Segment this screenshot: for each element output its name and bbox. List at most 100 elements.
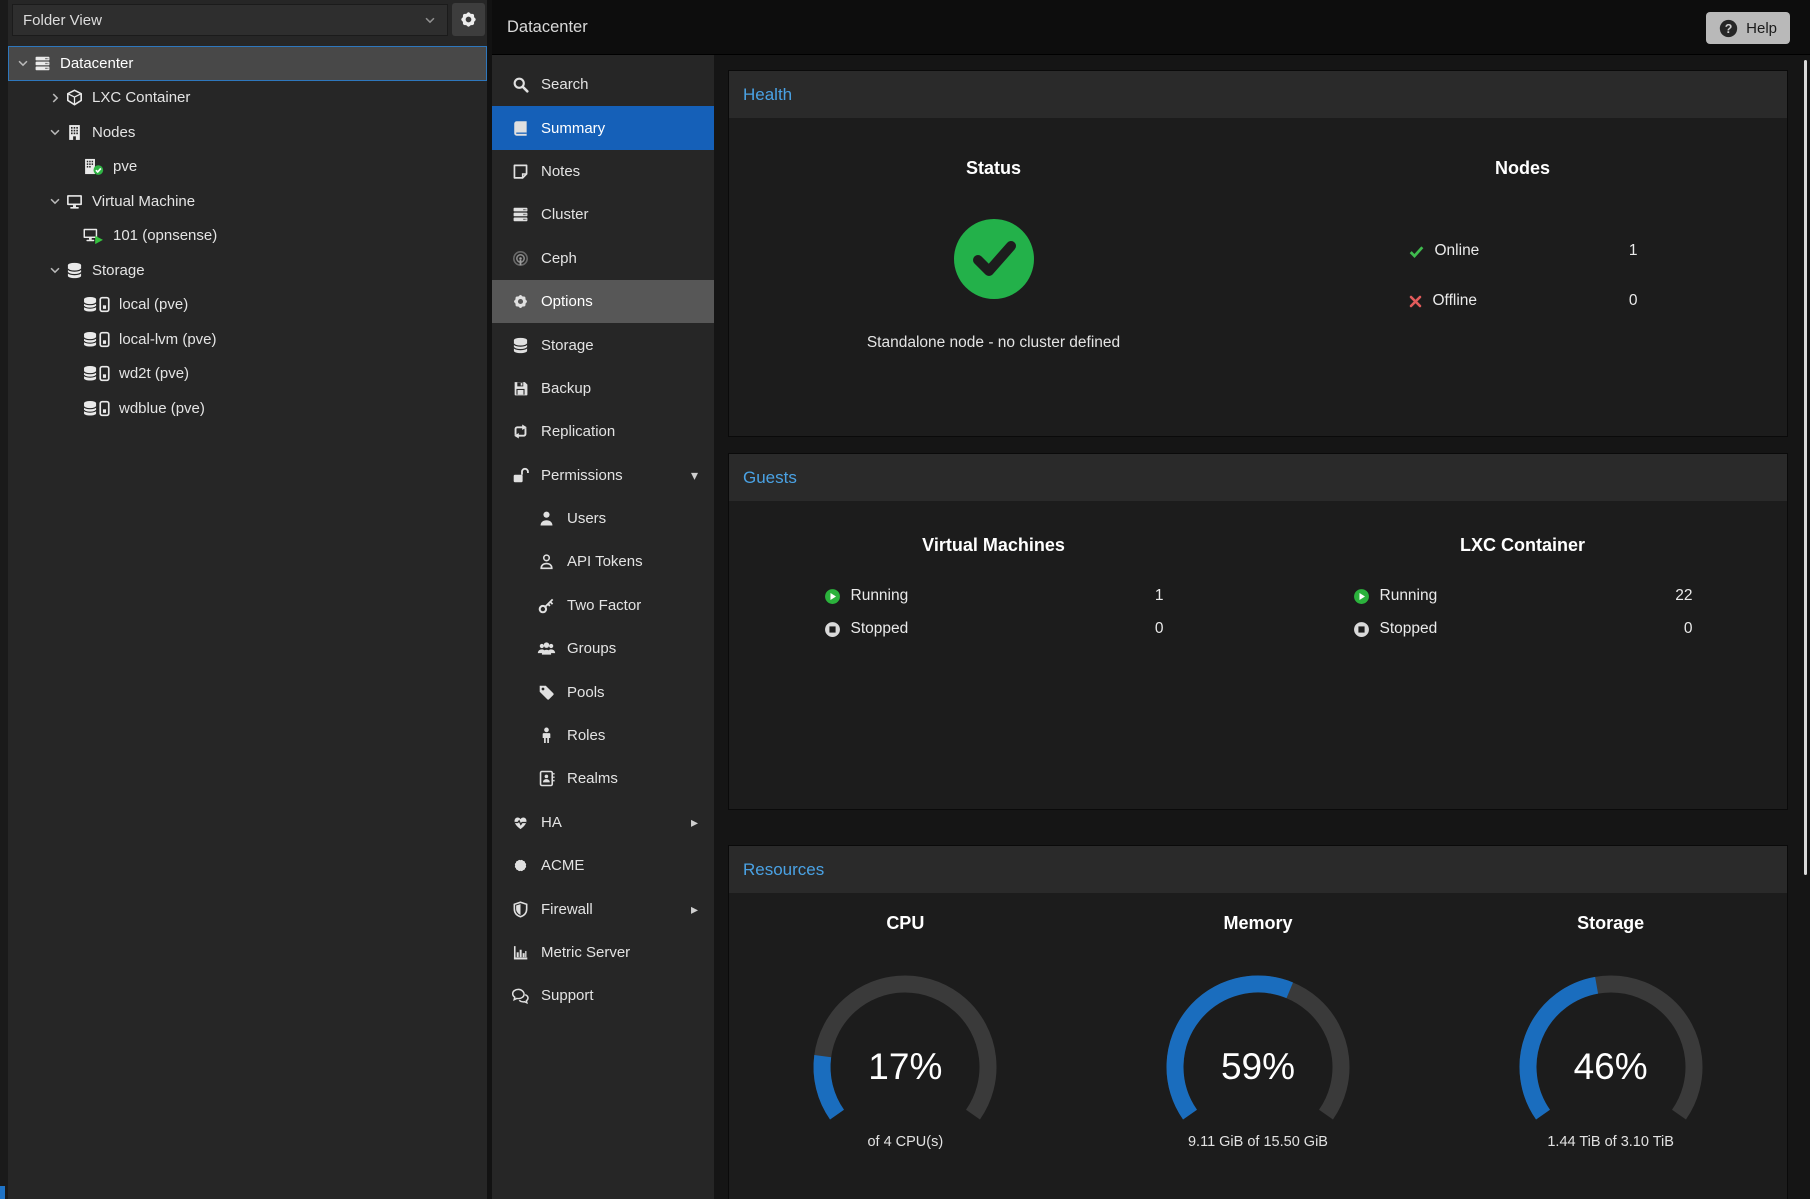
stat-row-running: Running1: [824, 582, 1164, 610]
menu-item-label: Permissions: [541, 467, 623, 484]
help-label: Help: [1746, 20, 1777, 37]
menu-item-label: Realms: [567, 770, 618, 787]
health-title: Health: [743, 85, 792, 104]
help-button[interactable]: ? Help: [1706, 12, 1790, 44]
guests-panel-header: Guests: [729, 454, 1787, 501]
comments-icon: [510, 987, 531, 1004]
chevron-down-icon: [12, 56, 34, 70]
tree-item-virtual-machine[interactable]: Virtual Machine: [8, 184, 487, 219]
menu-item-label: Support: [541, 987, 594, 1004]
stop-circle-icon: [1353, 621, 1370, 638]
menu-item-ceph[interactable]: Ceph: [492, 237, 714, 280]
tree-settings-button[interactable]: [452, 3, 485, 36]
tree-toolbar: Folder View: [8, 0, 487, 40]
servers-icon: [510, 206, 531, 223]
monitor-play-icon: [83, 227, 104, 244]
tree-item-wdblue-pve[interactable]: wdblue (pve): [8, 391, 487, 426]
tree-item-lxc-container[interactable]: LXC Container: [8, 81, 487, 116]
menu-item-api-tokens[interactable]: API Tokens: [492, 540, 714, 583]
menu-item-options[interactable]: Options: [492, 280, 714, 323]
menu-item-roles[interactable]: Roles: [492, 714, 714, 757]
stop-circle-icon: [824, 621, 841, 638]
tree-item-label: local-lvm (pve): [119, 331, 217, 348]
guests-panel: Guests Virtual Machines Running1 Stopped0 L…: [728, 453, 1788, 810]
chevron-down-icon: [44, 125, 66, 139]
stat-value: 1: [1629, 242, 1638, 260]
gauge-percent: 17%: [800, 1046, 1010, 1088]
menu-item-metric-server[interactable]: Metric Server: [492, 931, 714, 974]
guest-rows: Running22Stopped0: [1353, 582, 1693, 643]
tree-item-local-pve[interactable]: local (pve): [8, 288, 487, 323]
status-column: Status Standalone node - no cluster defi…: [729, 118, 1258, 436]
menu-item-label: Roles: [567, 727, 605, 744]
menu-item-backup[interactable]: Backup: [492, 367, 714, 410]
note-icon: [510, 163, 531, 180]
menu-item-acme[interactable]: ACME: [492, 844, 714, 887]
tree-item-101-opnsense[interactable]: 101 (opnsense): [8, 219, 487, 254]
datacenter-menu: SearchSummaryNotesClusterCephOptionsStor…: [492, 55, 714, 1018]
menu-item-label: Two Factor: [567, 597, 641, 614]
menu-item-notes[interactable]: Notes: [492, 150, 714, 193]
corner-accent: [0, 1186, 5, 1199]
menu-item-search[interactable]: Search: [492, 63, 714, 106]
tree-item-wd2t-pve[interactable]: wd2t (pve): [8, 357, 487, 392]
menu-item-support[interactable]: Support: [492, 974, 714, 1017]
resource-tree: Datacenter LXC Container NodespveVirtual M…: [8, 46, 487, 426]
guest-column-title: Virtual Machines: [729, 501, 1258, 556]
svg-text:?: ?: [1725, 21, 1733, 35]
menu-item-label: Backup: [541, 380, 591, 397]
view-selector-value: Folder View: [23, 12, 102, 29]
content-area: Health Status Standalone node - no clust…: [714, 55, 1810, 1199]
menu-item-storage[interactable]: Storage: [492, 323, 714, 366]
menu-item-replication[interactable]: Replication: [492, 410, 714, 453]
menu-item-ha[interactable]: HA▸: [492, 801, 714, 844]
tree-item-local-lvm-pve[interactable]: local-lvm (pve): [8, 322, 487, 357]
stat-value: 0: [1155, 620, 1164, 638]
menu-item-groups[interactable]: Groups: [492, 627, 714, 670]
chevron-right-icon: [44, 91, 66, 105]
cube-icon: [66, 89, 83, 106]
key-icon: [536, 597, 557, 614]
gauge-memory: Memory59%9.11 GiB of 15.50 GiB: [1082, 893, 1435, 1199]
view-selector[interactable]: Folder View: [12, 4, 448, 36]
tree-item-label: LXC Container: [92, 89, 190, 106]
tree-item-label: Datacenter: [60, 55, 133, 72]
menu-item-summary[interactable]: Summary: [492, 106, 714, 149]
guest-column-lxc-container: LXC ContainerRunning22Stopped0: [1258, 501, 1787, 809]
gauge-arc: 46%: [1506, 974, 1716, 1126]
menu-item-permissions[interactable]: Permissions▾: [492, 454, 714, 497]
status-message: Standalone node - no cluster defined: [729, 334, 1258, 352]
seal-icon: [510, 857, 531, 874]
menu-item-pools[interactable]: Pools: [492, 670, 714, 713]
resource-tree-panel: Folder View Datacenter LXC Container Nodes…: [8, 0, 487, 1199]
tree-item-nodes[interactable]: Nodes: [8, 115, 487, 150]
health-body: Status Standalone node - no cluster defi…: [729, 118, 1787, 436]
menu-item-firewall[interactable]: Firewall▸: [492, 887, 714, 930]
address-book-icon: [536, 770, 557, 787]
stat-row-online: Online1: [1408, 237, 1638, 265]
db-drive-icon: [83, 400, 110, 417]
person-icon: [536, 727, 557, 744]
menu-item-two-factor[interactable]: Two Factor: [492, 584, 714, 627]
gauge-percent: 46%: [1506, 1046, 1716, 1088]
gauge-storage: Storage46%1.44 TiB of 3.10 TiB: [1434, 893, 1787, 1199]
menu-item-realms[interactable]: Realms: [492, 757, 714, 800]
db-drive-icon: [83, 365, 110, 382]
chevron-down-icon: [44, 263, 66, 277]
tree-item-pve[interactable]: pve: [8, 150, 487, 185]
gear-icon: [459, 10, 478, 29]
nodes-column: Nodes Online1Offline0: [1258, 118, 1787, 436]
menu-item-users[interactable]: Users: [492, 497, 714, 540]
menu-item-cluster[interactable]: Cluster: [492, 193, 714, 236]
db-icon: [66, 262, 83, 279]
scrollbar-thumb[interactable]: [1804, 60, 1807, 875]
stat-row-stopped: Stopped0: [824, 615, 1164, 643]
tree-item-storage[interactable]: Storage: [8, 253, 487, 288]
tree-item-label: local (pve): [119, 296, 188, 313]
content-header: Datacenter ? Help: [492, 0, 1810, 55]
status-title: Status: [729, 118, 1258, 179]
guests-title: Guests: [743, 468, 797, 487]
nodes-rows: Online1Offline0: [1408, 237, 1638, 315]
tree-item-datacenter[interactable]: Datacenter: [8, 46, 487, 81]
nodes-title: Nodes: [1258, 118, 1787, 179]
